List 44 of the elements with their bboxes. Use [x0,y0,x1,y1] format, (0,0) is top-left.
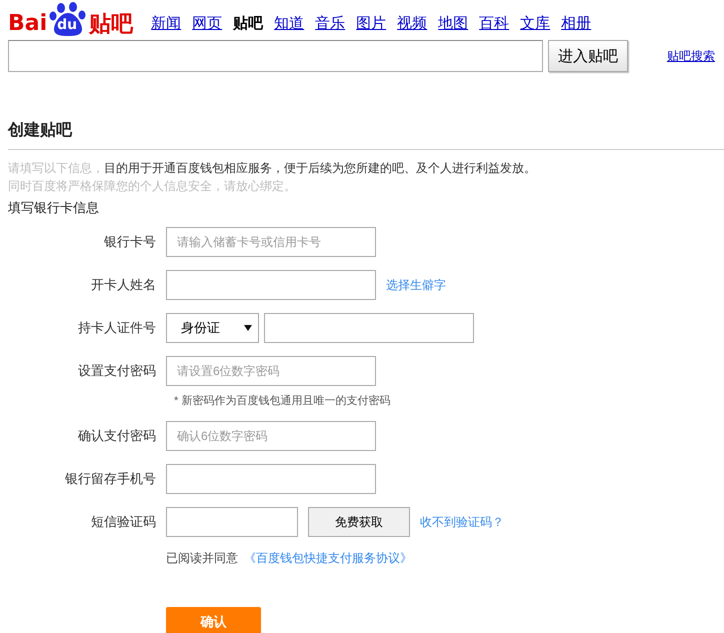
field-label: 设置支付密码 [77,362,156,380]
caret-icon [244,325,252,331]
input-field[interactable]: 请输入储蓄卡号或信用卡号 [166,227,376,257]
section-title: 填写银行卡信息 [8,199,100,217]
nav-link[interactable]: 新闻 [151,14,182,33]
nav-link[interactable]: 网页 [192,14,222,33]
field-note: * 新密码作为百度钱包通用且唯一的支付密码 [174,394,392,408]
input-field[interactable] [264,313,474,343]
nav-link[interactable]: 音乐 [315,14,346,33]
nav-link[interactable]: 图片 [356,14,386,33]
nav-link[interactable]: 文库 [520,14,550,33]
nav-link[interactable]: 地图 [438,14,468,33]
agreement-text: 已阅读并同意 [166,550,238,567]
id-type-dropdown[interactable]: 身份证 [166,313,259,343]
logo-text: du [57,17,78,33]
help-link[interactable]: 收不到验证码？ [420,514,504,530]
enter-button[interactable]: 进入贴吧 [548,40,628,72]
intro-text: 请填写以下信息，目的用于开通百度钱包相应服务，便于后续为您所建的吧、及个人进行利益发放。 [8,160,537,177]
get-code-button[interactable]: 免费获取 [308,507,410,537]
agreement-link[interactable]: 《百度钱包快捷支付服务协议》 [244,550,412,567]
field-label: 银行留存手机号 [64,470,156,488]
input-field[interactable]: 确认6位数字密码 [166,421,376,451]
nav-link[interactable]: 贴吧 [233,14,264,33]
paw-icon [48,2,88,36]
input-field[interactable] [166,464,376,494]
input-field[interactable] [166,507,298,537]
field-label: 确认支付密码 [77,427,156,445]
field-label: 银行卡号 [103,233,156,251]
field-label: 短信验证码 [90,513,156,531]
field-label: 持卡人证件号 [77,319,156,337]
search-field[interactable] [8,40,543,72]
nav-link[interactable]: 知道 [274,14,304,33]
nav-link[interactable]: 视频 [397,14,428,33]
input-field[interactable] [166,270,376,300]
field-label: 开卡人姓名 [90,276,156,294]
page-title: 创建贴吧 [8,120,724,150]
search-link[interactable]: 贴吧搜索 [667,48,715,64]
logo-text: Bai [8,12,48,36]
intro-text: 同时百度将严格保障您的个人信息安全，请放心绑定。 [8,178,297,195]
nav-link[interactable]: 百科 [479,14,510,33]
input-field[interactable]: 请设置6位数字密码 [166,356,376,386]
rare-char-link[interactable]: 选择生僻字 [386,276,446,294]
logo-text: 贴吧 [89,12,134,36]
nav-link[interactable]: 相册 [561,14,592,33]
